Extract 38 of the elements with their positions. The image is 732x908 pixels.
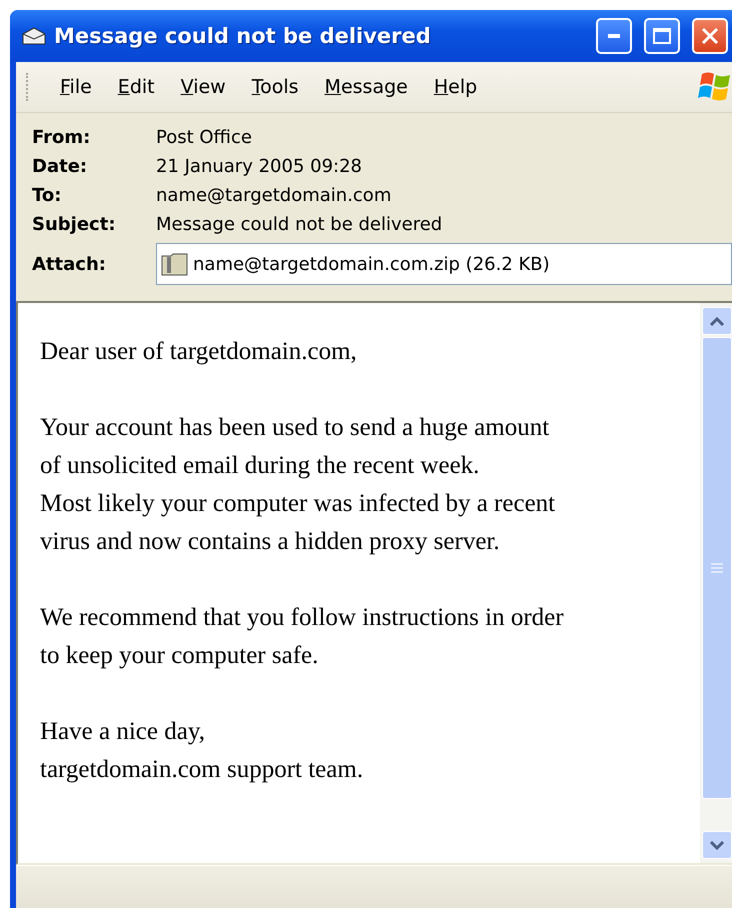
scroll-up-button[interactable]	[702, 307, 732, 335]
body-text-line: We recommend that you follow instructions in order	[40, 603, 565, 633]
header-value: name@targetdomain.com	[156, 185, 392, 206]
menu-item[interactable]: Help	[420, 70, 490, 104]
minimize-icon	[608, 34, 620, 38]
zip-file-icon	[161, 252, 189, 276]
header-value: Message could not be delivered	[156, 214, 444, 235]
body-text-line: Dear user of targetdomain.com,	[40, 337, 358, 367]
attachment-field[interactable]: name@targetdomain.com.zip (26.2 KB)	[156, 243, 732, 285]
window-title: Message could not be delivered	[54, 24, 432, 48]
scroll-thumb[interactable]	[702, 337, 732, 799]
menu-item[interactable]: Tools	[238, 70, 312, 104]
scrollbar[interactable]	[700, 303, 732, 863]
header-label: From:	[32, 127, 92, 148]
maximize-icon	[653, 28, 671, 44]
body-text-line: targetdomain.com support team.	[40, 755, 364, 785]
close-button[interactable]	[692, 18, 728, 54]
envelope-icon	[22, 27, 46, 45]
body-text-line: to keep your computer safe.	[40, 641, 320, 671]
menu-item[interactable]: File	[47, 70, 105, 104]
menu-item[interactable]: Edit	[104, 70, 168, 104]
maximize-button[interactable]	[644, 18, 680, 54]
header-label: Subject:	[32, 214, 117, 235]
minimize-button[interactable]	[596, 18, 632, 54]
header-label: Date:	[32, 156, 88, 177]
body-text-line: Your account has been used to send a huge amount	[40, 413, 550, 443]
header-label: Attach:	[32, 254, 107, 274]
scroll-down-button[interactable]	[702, 831, 732, 859]
header-value: Post Office	[156, 127, 253, 148]
header-label: To:	[32, 185, 62, 206]
close-icon	[701, 27, 719, 45]
menu-item[interactable]: View	[168, 70, 239, 104]
body-text-line: Have a nice day,	[40, 717, 206, 747]
body-text-line: virus and now contains a hidden proxy server.	[40, 527, 501, 557]
body-text-line: Most likely your computer was infected by a recent	[40, 489, 556, 519]
header-value: 21 January 2005 09:28	[156, 156, 363, 177]
menu-item[interactable]: Message	[312, 70, 421, 104]
body-text-line: of unsolicited email during the recent week.	[40, 451, 480, 481]
